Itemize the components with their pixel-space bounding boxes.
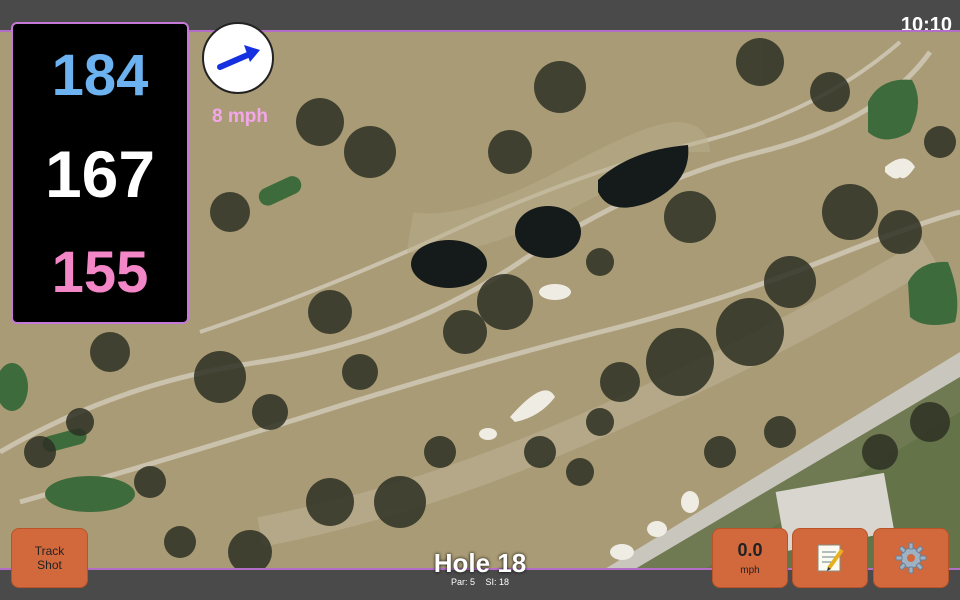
notes-button[interactable] (792, 528, 868, 588)
settings-button[interactable] (873, 528, 949, 588)
hole-stroke-index: SI: 18 (485, 577, 510, 587)
hole-info: Par: 5 SI: 18 (380, 577, 580, 587)
hole-title: Hole 18 (433, 548, 527, 578)
track-shot-label-line1: Track (34, 544, 65, 558)
yardage-panel: 184 167 155 (11, 22, 189, 324)
hole-par: Par: 5 (450, 577, 475, 587)
speed-button[interactable]: 0.0 mph (712, 528, 788, 588)
wind-indicator (202, 22, 274, 94)
track-shot-label-line2: Shot (37, 558, 62, 572)
wind-speed: 8 mph (212, 106, 268, 127)
track-shot-button[interactable]: Track Shot (11, 528, 88, 588)
arrow-right-icon (217, 45, 260, 70)
notepad-icon (817, 544, 844, 572)
back-yardage: 184 (51, 43, 149, 108)
middle-yardage: 167 (44, 137, 156, 211)
speed-value: 0.0 (737, 540, 763, 560)
front-yardage: 155 (51, 240, 149, 305)
speed-unit: mph (740, 565, 760, 576)
gear-icon (895, 542, 927, 574)
